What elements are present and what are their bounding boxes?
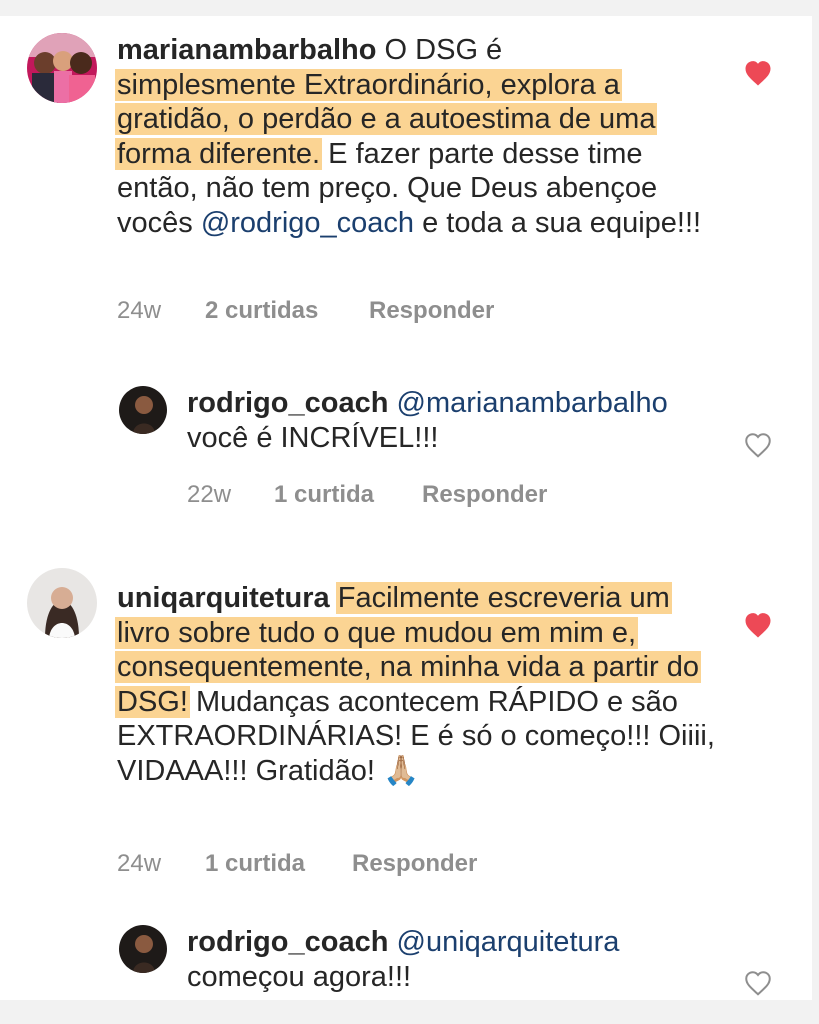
avatar-uniqarquitetura[interactable]	[27, 568, 97, 638]
comment-lead: O DSG é	[384, 34, 503, 66]
heart-outline-icon[interactable]	[743, 969, 773, 997]
comment-timestamp: 24w	[117, 850, 162, 877]
reply-body: você é INCRÍVEL!!!	[187, 421, 439, 454]
reply-body: começou agora!!!	[187, 960, 412, 993]
heart-outline-icon[interactable]	[743, 431, 773, 459]
comment-likes-count[interactable]: 1 curtida	[205, 850, 352, 878]
comment-text: marianambarbalho O DSG é simplesmente Ex…	[115, 33, 727, 240]
reply-button[interactable]: Responder	[369, 297, 494, 325]
reply-likes-count[interactable]: 1 curtida	[274, 481, 422, 509]
comment-likes-count[interactable]: 2 curtidas	[205, 297, 369, 325]
comment-username[interactable]: uniqarquitetura	[117, 582, 330, 614]
reply-button[interactable]: Responder	[352, 850, 477, 878]
heart-filled-icon[interactable]	[743, 611, 773, 639]
avatar-marianambarbalho[interactable]	[27, 33, 97, 103]
comment-meta: 24w 2 curtidas Responder	[117, 297, 494, 325]
reply-rodrigo_coach-1: rodrigo_coach @marianambarbalho você é I…	[0, 376, 812, 526]
reply-meta: 22w 1 curtida Responder	[187, 481, 547, 509]
avatar-rodrigo_coach[interactable]	[119, 925, 167, 973]
comment-marianambarbalho: marianambarbalho O DSG é simplesmente Ex…	[0, 16, 812, 346]
reply-text: rodrigo_coach @marianambarbalho você é I…	[187, 386, 727, 455]
reply-timestamp: 22w	[187, 481, 232, 508]
comment-text: uniqarquitetura Facilmente escreveria um…	[115, 581, 727, 788]
praying-hands-emoji: 🙏🏼	[382, 754, 420, 787]
avatar-rodrigo_coach[interactable]	[119, 386, 167, 434]
reply-username[interactable]: rodrigo_coach	[187, 926, 388, 958]
comments-panel: marianambarbalho O DSG é simplesmente Ex…	[0, 16, 812, 1000]
comment-uniqarquitetura: uniqarquitetura Facilmente escreveria um…	[0, 551, 812, 891]
mention-link[interactable]: @uniqarquitetura	[397, 926, 620, 958]
comment-body-end: e toda a sua equipe!!!	[422, 206, 702, 239]
reply-text: rodrigo_coach @uniqarquitetura começou a…	[187, 925, 727, 994]
mention-link[interactable]: @rodrigo_coach	[201, 207, 414, 239]
reply-button[interactable]: Responder	[422, 481, 547, 509]
comment-meta: 24w 1 curtida Responder	[117, 850, 477, 878]
mention-link[interactable]: @marianambarbalho	[397, 387, 668, 419]
reply-rodrigo_coach-2: rodrigo_coach @uniqarquitetura começou a…	[0, 923, 812, 1000]
comment-username[interactable]: marianambarbalho	[117, 34, 376, 66]
reply-username[interactable]: rodrigo_coach	[187, 387, 388, 419]
heart-filled-icon[interactable]	[743, 59, 773, 87]
comment-timestamp: 24w	[117, 297, 162, 324]
